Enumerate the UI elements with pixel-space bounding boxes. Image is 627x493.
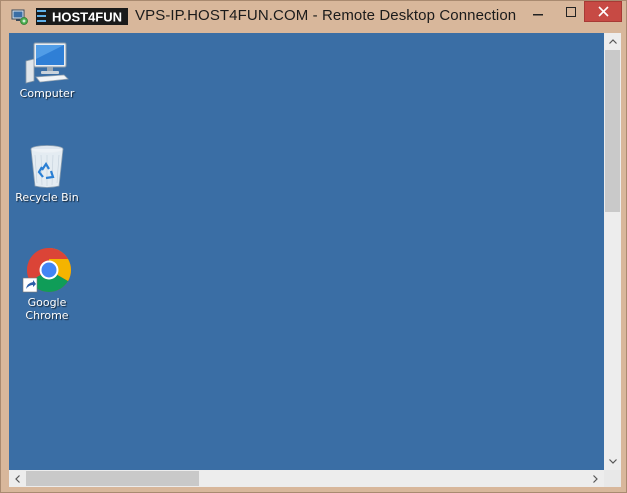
- desktop-icon-computer[interactable]: Computer: [9, 41, 85, 100]
- computer-icon: [25, 42, 69, 84]
- rdp-window: HOST4FUN VPS-IP.HOST4FUN.COM - Remote De…: [0, 0, 627, 493]
- scrollbar-corner: [604, 470, 621, 487]
- window-title: VPS-IP.HOST4FUN.COM - Remote Desktop Con…: [135, 7, 517, 24]
- host4fun-logo: HOST4FUN: [36, 8, 128, 25]
- scroll-left-button[interactable]: [9, 470, 26, 487]
- horizontal-scrollbar[interactable]: [9, 470, 604, 487]
- minimize-button[interactable]: [519, 1, 557, 22]
- desktop-icon-label: Computer: [19, 87, 75, 100]
- scroll-right-button[interactable]: [587, 470, 604, 487]
- vertical-scroll-thumb[interactable]: [605, 50, 620, 212]
- maximize-icon: [565, 6, 576, 17]
- chrome-icon: [22, 248, 71, 293]
- recycle-bin-icon: [30, 145, 64, 188]
- chevron-left-icon: [15, 474, 20, 483]
- chevron-right-icon: [593, 474, 598, 483]
- remote-session-area: Computer Recycle Bin Google Chrome: [9, 33, 621, 487]
- vertical-scrollbar[interactable]: [604, 33, 621, 470]
- desktop-icon-recycle-bin[interactable]: Recycle Bin: [9, 143, 85, 204]
- maximize-button[interactable]: [557, 1, 584, 22]
- minimize-icon: [533, 13, 543, 15]
- scroll-up-button[interactable]: [604, 33, 621, 50]
- title-bar[interactable]: HOST4FUN VPS-IP.HOST4FUN.COM - Remote De…: [1, 1, 626, 33]
- remote-desktop[interactable]: Computer Recycle Bin Google Chrome: [9, 33, 604, 470]
- desktop-icon-chrome[interactable]: Google Chrome: [9, 246, 85, 322]
- horizontal-scroll-thumb[interactable]: [26, 471, 199, 486]
- chevron-up-icon: [608, 39, 617, 44]
- rdp-app-icon[interactable]: [11, 9, 29, 25]
- close-icon: [597, 6, 609, 17]
- desktop-icon-label: Recycle Bin: [15, 191, 79, 204]
- close-button[interactable]: [584, 1, 622, 22]
- desktop-icon-label: Google Chrome: [25, 296, 69, 322]
- scroll-down-button[interactable]: [604, 453, 621, 470]
- logo-text: HOST4FUN: [52, 10, 122, 25]
- chevron-down-icon: [608, 459, 617, 464]
